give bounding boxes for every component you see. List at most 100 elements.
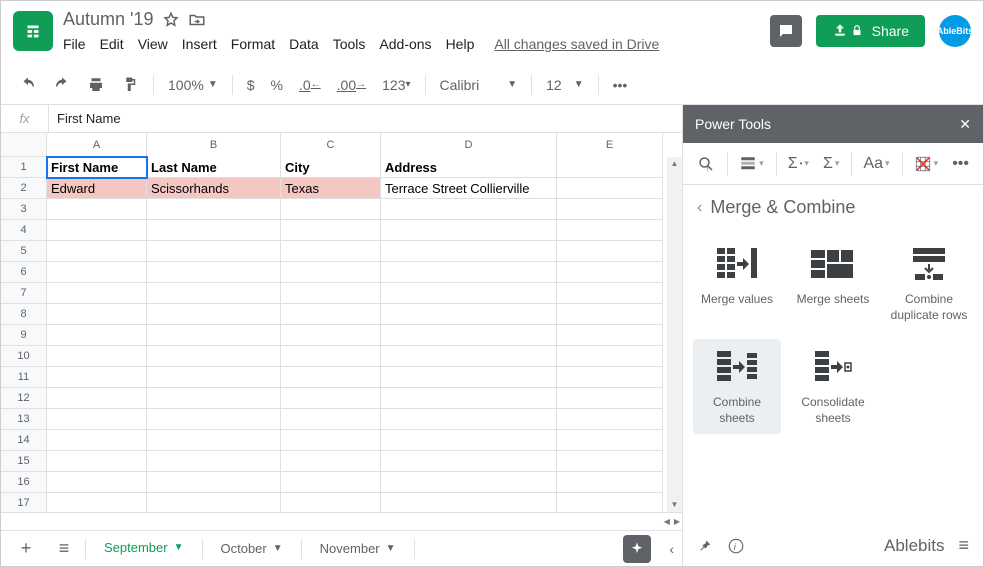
sum-button[interactable]: Σ•▾ [784, 151, 813, 177]
more-sidebar-button[interactable]: ••• [948, 151, 973, 177]
cell[interactable] [557, 409, 663, 430]
menu-file[interactable]: File [63, 36, 86, 52]
info-icon[interactable]: i [727, 537, 745, 555]
cell[interactable] [147, 451, 281, 472]
more-toolbar-button[interactable]: ••• [607, 73, 634, 97]
cell[interactable] [281, 304, 381, 325]
row-header[interactable]: 9 [1, 325, 47, 346]
cell[interactable] [381, 262, 557, 283]
cell[interactable] [47, 304, 147, 325]
cell[interactable] [557, 367, 663, 388]
cell[interactable] [281, 262, 381, 283]
cell[interactable] [381, 346, 557, 367]
doc-title[interactable]: Autumn '19 [63, 9, 154, 30]
cell[interactable]: Terrace Street Collierville [381, 178, 557, 199]
close-icon[interactable]: ✕ [959, 116, 971, 133]
horizontal-scrollbar[interactable]: ◀▶ [1, 512, 682, 530]
smart-toolbar-button[interactable]: ! [693, 151, 719, 177]
cell[interactable] [147, 199, 281, 220]
cell[interactable] [557, 325, 663, 346]
cell[interactable] [557, 199, 663, 220]
cell[interactable]: First Name [47, 157, 147, 178]
cell[interactable]: Scissorhands [147, 178, 281, 199]
back-icon[interactable]: ‹ [697, 199, 702, 217]
cell[interactable] [147, 493, 281, 512]
tab-november[interactable]: November▼ [306, 531, 410, 567]
row-header[interactable]: 7 [1, 283, 47, 304]
cell[interactable] [47, 388, 147, 409]
cell[interactable] [557, 157, 663, 178]
row-header[interactable]: 5 [1, 241, 47, 262]
collapse-sidebar-icon[interactable]: ‹ [669, 541, 674, 557]
cell[interactable] [47, 220, 147, 241]
cell[interactable] [381, 409, 557, 430]
cell[interactable] [557, 241, 663, 262]
row-header[interactable]: 14 [1, 430, 47, 451]
cell[interactable] [281, 346, 381, 367]
menu-edit[interactable]: Edit [100, 36, 124, 52]
redo-button[interactable] [47, 72, 77, 98]
row-header[interactable]: 2 [1, 178, 47, 199]
cell[interactable] [47, 262, 147, 283]
cell[interactable] [281, 451, 381, 472]
cell[interactable] [47, 325, 147, 346]
tab-october[interactable]: October▼ [207, 531, 297, 567]
print-button[interactable] [81, 72, 111, 98]
undo-button[interactable] [13, 72, 43, 98]
menu-addons[interactable]: Add-ons [379, 36, 431, 52]
cell[interactable] [281, 241, 381, 262]
decrease-decimal-button[interactable]: .0← [293, 73, 327, 97]
share-button[interactable]: Share [816, 15, 925, 47]
row-header[interactable]: 17 [1, 493, 47, 512]
cell[interactable] [557, 178, 663, 199]
col-header-a[interactable]: A [47, 133, 147, 157]
move-to-folder-icon[interactable] [188, 11, 206, 29]
cell[interactable] [381, 472, 557, 493]
cell[interactable]: Texas [281, 178, 381, 199]
currency-button[interactable]: $ [241, 73, 261, 97]
cell[interactable] [381, 451, 557, 472]
cell[interactable] [557, 430, 663, 451]
font-select[interactable]: Calibri▼ [434, 77, 524, 93]
sidebar-brand[interactable]: Ablebits [884, 536, 944, 556]
row-header[interactable]: 8 [1, 304, 47, 325]
row-header[interactable]: 4 [1, 220, 47, 241]
row-header[interactable]: 13 [1, 409, 47, 430]
app-logo-icon[interactable] [13, 11, 53, 51]
paint-format-button[interactable] [115, 72, 145, 98]
cell[interactable] [147, 241, 281, 262]
cell[interactable] [147, 472, 281, 493]
cell[interactable] [281, 430, 381, 451]
menu-view[interactable]: View [138, 36, 168, 52]
cell[interactable] [557, 388, 663, 409]
col-header-c[interactable]: C [281, 133, 381, 157]
cell[interactable] [47, 493, 147, 512]
clear-button[interactable]: ▾ [910, 151, 943, 177]
cell[interactable] [557, 304, 663, 325]
cell[interactable] [147, 304, 281, 325]
col-header-d[interactable]: D [381, 133, 557, 157]
cell[interactable] [47, 451, 147, 472]
cell[interactable] [47, 409, 147, 430]
explore-button[interactable] [623, 535, 651, 563]
vertical-scrollbar[interactable]: ▲▼ [667, 157, 682, 512]
cell[interactable] [381, 493, 557, 512]
row-header[interactable]: 16 [1, 472, 47, 493]
star-icon[interactable] [162, 11, 180, 29]
cell[interactable] [557, 451, 663, 472]
row-header[interactable]: 6 [1, 262, 47, 283]
cell[interactable] [381, 388, 557, 409]
cell[interactable] [557, 220, 663, 241]
cell[interactable] [47, 430, 147, 451]
account-avatar[interactable]: AbleBits [939, 15, 971, 47]
cell[interactable]: Address [381, 157, 557, 178]
cell[interactable]: Edward [47, 178, 147, 199]
cell[interactable] [147, 325, 281, 346]
table-style-button[interactable]: ▾ [735, 151, 768, 177]
add-sheet-button[interactable]: + [9, 538, 43, 559]
cell[interactable] [147, 346, 281, 367]
cell[interactable] [47, 199, 147, 220]
cell[interactable]: City [281, 157, 381, 178]
cell[interactable] [281, 220, 381, 241]
cell[interactable] [557, 346, 663, 367]
